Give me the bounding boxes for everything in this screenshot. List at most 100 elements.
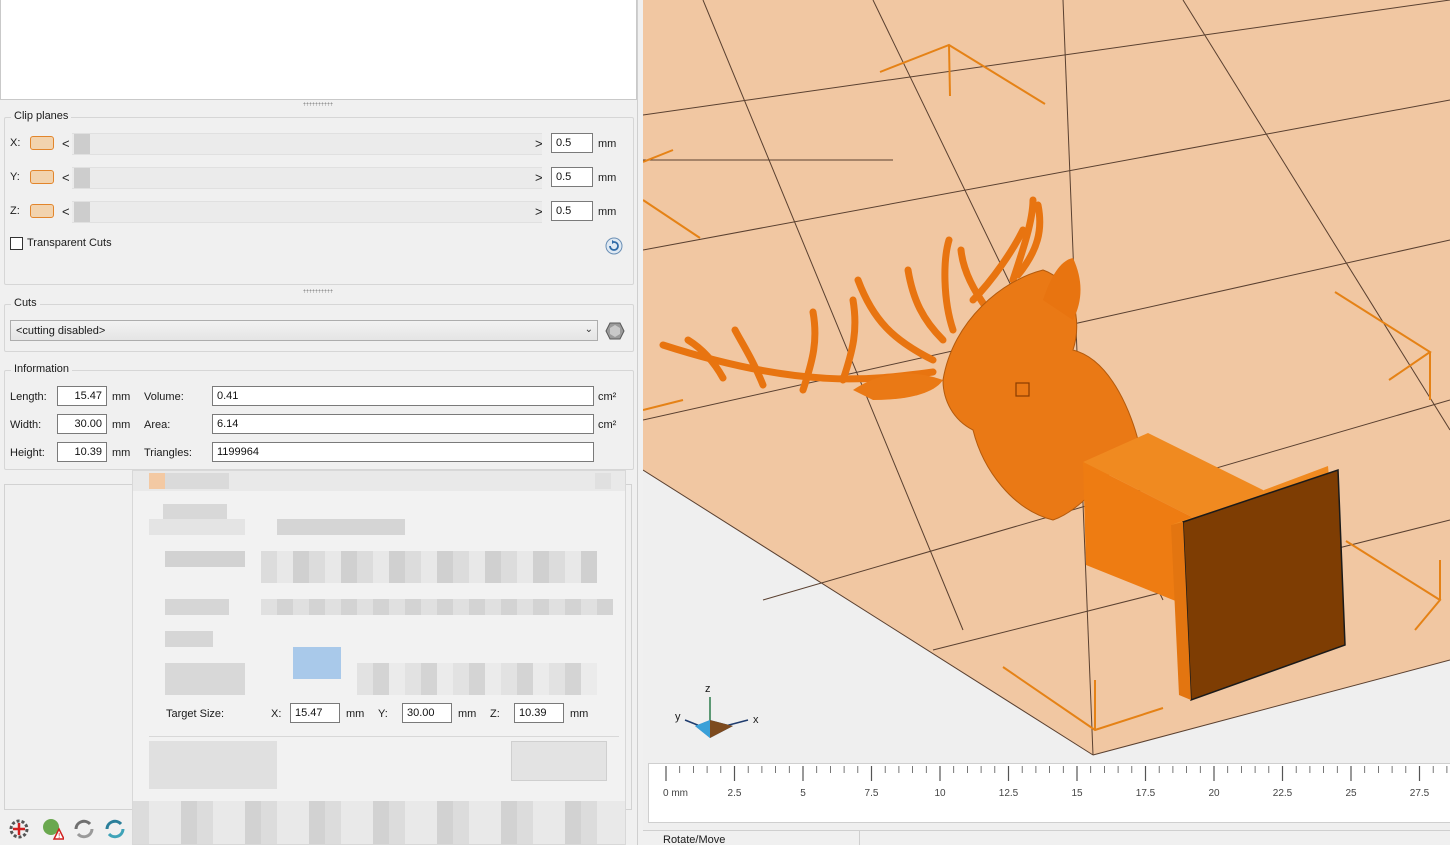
target-x-field[interactable]: 15.47 (290, 703, 340, 723)
area-value: 6.14 (212, 414, 594, 434)
target-z-field[interactable]: 10.39 (514, 703, 564, 723)
width-label: Width: (10, 419, 42, 431)
volume-label: Volume: (144, 391, 184, 403)
cuts-dropdown-value: <cutting disabled> (16, 325, 106, 337)
dialog-footer (133, 801, 625, 844)
clip-z-increase-arrow[interactable]: > (535, 205, 543, 219)
clip-y-slider[interactable] (72, 167, 542, 189)
dialog-row (277, 519, 405, 535)
clip-y-value-field[interactable]: 0.5 (551, 167, 593, 187)
ruler-tick-label: 7.5 (865, 788, 879, 799)
ruler-tick-label: 5 (800, 788, 806, 799)
build-scene (643, 0, 1450, 845)
reset-icon[interactable] (605, 237, 623, 255)
status-mode: Rotate/Move (643, 831, 860, 845)
dialog-row (165, 631, 213, 647)
clip-y-increase-arrow[interactable]: > (535, 171, 543, 185)
object-list[interactable] (0, 0, 637, 100)
ruler-tick-label: 10 (934, 788, 946, 799)
3d-viewport[interactable]: z y x (643, 0, 1450, 845)
splitter-grip[interactable] (303, 102, 333, 106)
target-z-unit: mm (570, 708, 589, 720)
clip-x-toggle[interactable] (30, 136, 54, 150)
ruler-tick-label: 17.5 (1136, 788, 1156, 799)
ruler: 0 mm 2.5 5 7.5 10 12.5 15 17.5 20 22.5 25 27.5 (648, 763, 1450, 823)
splitter-grip-2[interactable] (303, 289, 333, 293)
dialog-row (165, 599, 229, 615)
target-x-label: X: (271, 708, 282, 720)
area-label: Area: (144, 419, 171, 431)
target-x-unit: mm (346, 708, 365, 720)
dialog-button[interactable] (511, 741, 607, 781)
height-value: 10.39 (57, 442, 107, 462)
width-value: 30.00 (57, 414, 107, 434)
ruler-tick-label: 20 (1208, 788, 1220, 799)
height-unit: mm (112, 447, 131, 459)
target-y-unit: mm (458, 708, 477, 720)
status-bar: Rotate/Move (643, 830, 1450, 845)
clip-x-slider-thumb[interactable] (74, 134, 90, 154)
ruler-tick-label: 27.5 (1410, 788, 1430, 799)
clip-x-label: X: (10, 137, 21, 149)
clip-x-decrease-arrow[interactable]: < (62, 137, 70, 151)
clip-y-unit: mm (598, 172, 617, 184)
dialog-close-button[interactable] (595, 473, 611, 489)
clip-z-slider[interactable] (72, 201, 542, 223)
clip-x-value-field[interactable]: 0.5 (551, 133, 593, 153)
clip-z-value-field[interactable]: 0.5 (551, 201, 593, 221)
axis-y-label: y (675, 711, 681, 723)
volume-unit: cm² (598, 391, 617, 403)
dialog-row (357, 663, 597, 695)
refresh-gray-icon[interactable] (72, 817, 96, 841)
dialog-title-pixelated (165, 473, 229, 489)
dialog-row (165, 663, 245, 695)
clip-y-decrease-arrow[interactable]: < (62, 171, 70, 185)
clip-z-unit: mm (598, 206, 617, 218)
ruler-tick-label: 15 (1071, 788, 1083, 799)
information-title: Information (11, 363, 73, 375)
ruler-tick-label: 0 mm (663, 788, 688, 799)
side-panel: Clip planes X: < > 0.5 mm Y: < > 0.5 mm … (0, 0, 638, 845)
repair-warning-icon[interactable]: ! (40, 817, 64, 841)
target-size-label: Target Size: (166, 708, 225, 720)
target-y-field[interactable]: 30.00 (402, 703, 452, 723)
length-unit: mm (112, 391, 131, 403)
refresh-teal-icon[interactable] (103, 817, 127, 841)
clip-y-slider-thumb[interactable] (74, 168, 90, 188)
clip-z-decrease-arrow[interactable]: < (62, 205, 70, 219)
clip-z-toggle[interactable] (30, 204, 54, 218)
clip-y-label: Y: (10, 171, 20, 183)
settings-icon[interactable] (7, 817, 31, 841)
clip-x-slider[interactable] (72, 133, 542, 155)
clip-x-unit: mm (598, 138, 617, 150)
cuts-dropdown[interactable]: <cutting disabled> ⌄ (10, 320, 598, 341)
cut-tool-icon[interactable] (603, 320, 627, 342)
clip-y-toggle[interactable] (30, 170, 54, 184)
ruler-tick-label: 25 (1345, 788, 1357, 799)
dialog-row (149, 741, 277, 789)
ruler-tick-label: 2.5 (728, 788, 742, 799)
scale-dialog: Target Size: X: 15.47 mm Y: 30.00 mm Z: … (132, 470, 626, 845)
ruler-scale: 0 mm 2.5 5 7.5 10 12.5 15 17.5 20 22.5 25 27.5 (663, 766, 1448, 799)
dialog-app-icon (149, 473, 165, 489)
width-unit: mm (112, 419, 131, 431)
length-label: Length: (10, 391, 47, 403)
transparent-cuts-label: Transparent Cuts (27, 237, 112, 249)
dialog-highlight (293, 647, 341, 679)
triangles-label: Triangles: (144, 447, 192, 459)
axis-z-label: z (705, 683, 711, 695)
clip-x-increase-arrow[interactable]: > (535, 137, 543, 151)
dialog-group-title (163, 504, 227, 520)
dialog-row (261, 551, 597, 583)
svg-text:!: ! (58, 832, 61, 840)
length-value: 15.47 (57, 386, 107, 406)
area-unit: cm² (598, 419, 617, 431)
height-label: Height: (10, 447, 45, 459)
clip-z-slider-thumb[interactable] (74, 202, 90, 222)
volume-value: 0.41 (212, 386, 594, 406)
dialog-row (261, 599, 613, 615)
transparent-cuts-checkbox[interactable] (10, 237, 23, 250)
target-y-label: Y: (378, 708, 388, 720)
cuts-title: Cuts (11, 297, 40, 309)
ruler-tick-label: 22.5 (1273, 788, 1293, 799)
